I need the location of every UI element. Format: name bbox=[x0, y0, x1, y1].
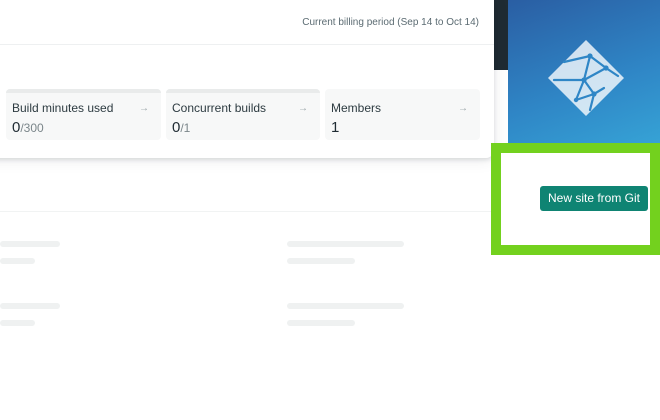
stat-card-bar bbox=[166, 89, 320, 93]
divider bbox=[0, 44, 494, 45]
loading-placeholder bbox=[287, 320, 355, 326]
loading-placeholder bbox=[0, 320, 35, 326]
top-nav-edge bbox=[494, 0, 508, 70]
stat-value-number: 1 bbox=[331, 119, 340, 136]
usage-overview-card: Current billing period (Sep 14 to Oct 14… bbox=[0, 0, 494, 158]
stat-label: Concurrent builds bbox=[172, 101, 267, 115]
loading-placeholder bbox=[287, 258, 355, 264]
arrow-right-icon: → bbox=[139, 103, 149, 114]
stat-card-concurrent-builds[interactable]: Concurrent builds → 0/1 bbox=[166, 89, 320, 140]
stat-label: Members bbox=[331, 101, 382, 115]
stat-value: 1 bbox=[331, 119, 339, 137]
divider bbox=[0, 211, 494, 212]
stat-card-bar bbox=[6, 89, 161, 93]
stat-card-members[interactable]: Members → 1 bbox=[325, 89, 480, 140]
loading-placeholder bbox=[0, 303, 60, 309]
stat-value-limit: /300 bbox=[20, 121, 44, 135]
loading-placeholder bbox=[287, 303, 404, 309]
arrow-right-icon: → bbox=[458, 103, 468, 114]
stat-value: 0/1 bbox=[172, 119, 190, 137]
loading-placeholder bbox=[0, 241, 60, 247]
loading-placeholder bbox=[0, 258, 35, 264]
netlify-logo-icon bbox=[548, 40, 624, 116]
loading-placeholder bbox=[287, 241, 404, 247]
stat-card-build-minutes[interactable]: Build minutes used → 0/300 bbox=[6, 89, 161, 140]
stat-value: 0/300 bbox=[12, 119, 44, 137]
arrow-right-icon: → bbox=[298, 103, 308, 114]
stat-label: Build minutes used bbox=[12, 101, 114, 115]
new-site-from-git-button[interactable]: New site from Git bbox=[540, 186, 648, 211]
stat-value-limit: /1 bbox=[180, 121, 191, 135]
billing-period-text: Current billing period (Sep 14 to Oct 14… bbox=[302, 17, 479, 28]
